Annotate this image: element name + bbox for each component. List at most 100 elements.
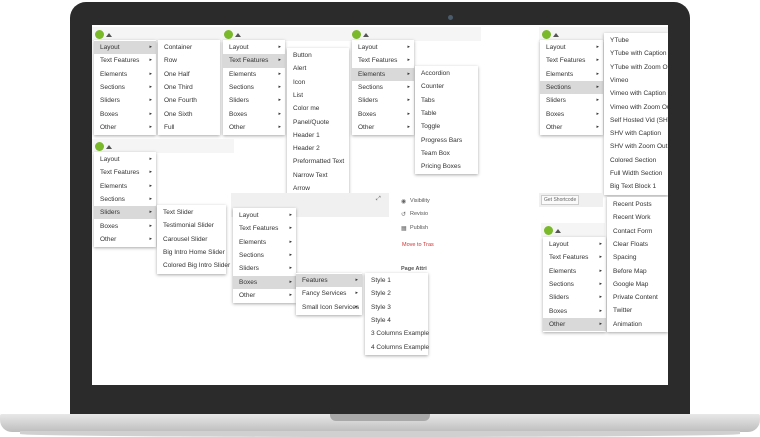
features-submenu-item[interactable]: Style 1: [365, 274, 428, 287]
logo-icon[interactable]: [542, 30, 551, 39]
main-menu-4-item[interactable]: Boxes ▸: [540, 108, 603, 121]
main-menu-5-item[interactable]: Elements ▸: [94, 180, 156, 193]
layout-submenu-item[interactable]: Row: [158, 54, 220, 67]
text-features-submenu-item[interactable]: Header 2: [287, 142, 349, 155]
text-features-submenu-item[interactable]: Panel/Quote: [287, 116, 349, 129]
logo-icon[interactable]: [544, 226, 553, 235]
caret-up-icon[interactable]: [106, 145, 112, 149]
main-menu-7-item[interactable]: Layout ▸: [543, 238, 606, 251]
text-features-submenu-item[interactable]: Alert: [287, 62, 349, 75]
revisions-label[interactable]: Revisio: [410, 211, 428, 217]
caret-up-icon[interactable]: [363, 33, 369, 37]
main-menu-1-item[interactable]: Sliders ▸: [94, 94, 156, 107]
other-submenu-item[interactable]: Clear Floats: [607, 238, 668, 251]
main-menu-3-item[interactable]: Layout ▸: [352, 41, 414, 54]
elements-submenu-item[interactable]: Team Box: [415, 147, 478, 160]
sections-submenu-item[interactable]: SHV with Zoom Out: [604, 140, 668, 153]
main-menu-7-item[interactable]: Sections ▸: [543, 278, 606, 291]
text-features-submenu-item[interactable]: Icon: [287, 76, 349, 89]
sections-submenu-item[interactable]: Vimeo: [604, 74, 668, 87]
main-menu-1-item[interactable]: Sections ▸: [94, 81, 156, 94]
main-menu-4-item[interactable]: Sliders ▸: [540, 94, 603, 107]
text-features-submenu-item[interactable]: Color me: [287, 102, 349, 115]
other-submenu-item[interactable]: Spacing: [607, 251, 668, 264]
main-menu-4-item[interactable]: Other ▸: [540, 121, 603, 134]
main-menu-3-item[interactable]: Sliders ▸: [352, 94, 414, 107]
elements-submenu-item[interactable]: Toggle: [415, 120, 478, 133]
sliders-submenu-item[interactable]: Big Intro Home Slider: [157, 246, 226, 259]
elements-submenu-item[interactable]: Counter: [415, 80, 478, 93]
caret-up-icon[interactable]: [553, 33, 559, 37]
main-menu-7-item[interactable]: Boxes ▸: [543, 305, 606, 318]
main-menu-5-item[interactable]: Sections ▸: [94, 193, 156, 206]
expand-arrows-icon[interactable]: ⤢: [376, 196, 381, 203]
main-menu-6-item[interactable]: Boxes ▸: [233, 275, 296, 289]
features-submenu-item[interactable]: 3 Columns Example: [365, 327, 429, 340]
main-menu-2-item[interactable]: Other ▸: [223, 121, 285, 134]
main-menu-7-item[interactable]: Text Features ▸: [543, 251, 606, 264]
layout-submenu-item[interactable]: Full: [158, 121, 220, 134]
sections-submenu-item[interactable]: Colored Section: [604, 154, 668, 167]
sliders-submenu-item[interactable]: Carousel Slider: [157, 233, 226, 246]
boxes-submenu-item[interactable]: Fancy Services ▸: [296, 287, 362, 300]
sections-submenu-item[interactable]: Full Width Section: [604, 167, 668, 180]
main-menu-6-item[interactable]: Elements ▸: [233, 236, 296, 249]
sections-submenu-item[interactable]: Big Text Block 1: [604, 180, 668, 193]
elements-submenu-item[interactable]: Pricing Boxes: [415, 160, 478, 173]
sliders-submenu-item[interactable]: Testimonial Slider: [157, 219, 226, 232]
logo-icon[interactable]: [95, 30, 104, 39]
sections-submenu-item[interactable]: YTube with Zoom Out: [604, 61, 668, 74]
other-submenu-item[interactable]: Private Content: [607, 291, 668, 304]
layout-submenu-item[interactable]: One Half: [158, 68, 220, 81]
elements-submenu-item[interactable]: Progress Bars: [415, 134, 478, 147]
sliders-submenu-item[interactable]: Colored Big Intro Slider: [157, 259, 230, 272]
main-menu-3-item[interactable]: Boxes ▸: [352, 108, 414, 121]
sliders-submenu-item[interactable]: Text Slider: [157, 206, 226, 219]
features-submenu-item[interactable]: Style 4: [365, 314, 428, 327]
main-menu-7-item[interactable]: Other ▸: [543, 317, 606, 332]
other-submenu-item[interactable]: Animation: [607, 318, 668, 331]
main-menu-5-item[interactable]: Other ▸: [94, 233, 156, 246]
main-menu-1-item[interactable]: Other ▸: [94, 121, 156, 134]
elements-submenu-item[interactable]: Table: [415, 107, 478, 120]
sections-submenu-item[interactable]: Vimeo with Zoom Out: [604, 101, 668, 114]
main-menu-6-item[interactable]: Sliders ▸: [233, 262, 296, 275]
text-features-submenu-item[interactable]: Preformatted Text: [287, 155, 349, 168]
main-menu-5-item[interactable]: Boxes ▸: [94, 220, 156, 233]
main-menu-4-item[interactable]: Elements ▸: [540, 68, 603, 81]
boxes-submenu-item[interactable]: Features ▸: [296, 274, 362, 288]
main-menu-3-item[interactable]: Elements ▸: [352, 67, 414, 81]
main-menu-3-item[interactable]: Other ▸: [352, 121, 414, 134]
other-submenu-item[interactable]: Twitter: [607, 304, 668, 317]
text-features-submenu-item[interactable]: Narrow Text: [287, 169, 349, 182]
main-menu-7-item[interactable]: Sliders ▸: [543, 291, 606, 304]
move-to-trash-link[interactable]: Move to Tras: [402, 242, 434, 248]
layout-submenu-item[interactable]: One Fourth: [158, 94, 220, 107]
elements-submenu-item[interactable]: Accordion: [415, 67, 478, 80]
main-menu-6-item[interactable]: Layout ▸: [233, 209, 296, 222]
other-submenu-item[interactable]: Recent Work: [607, 211, 668, 224]
layout-submenu-item[interactable]: Container: [158, 41, 220, 54]
other-submenu-item[interactable]: Contact Form: [607, 225, 668, 238]
main-menu-1-item[interactable]: Layout ▸: [94, 41, 156, 55]
sections-submenu-item[interactable]: YTube with Caption: [604, 47, 668, 60]
main-menu-5-item[interactable]: Text Features ▸: [94, 166, 156, 179]
caret-up-icon[interactable]: [555, 229, 561, 233]
sections-submenu-item[interactable]: Self Hosted Vid (SHV): [604, 114, 668, 127]
other-submenu-item[interactable]: Recent Posts: [607, 198, 668, 211]
main-menu-6-item[interactable]: Sections ▸: [233, 249, 296, 262]
main-menu-5-item[interactable]: Layout ▸: [94, 153, 156, 166]
other-submenu-item[interactable]: Before Map: [607, 265, 668, 278]
main-menu-1-item[interactable]: Elements ▸: [94, 68, 156, 81]
main-menu-3-item[interactable]: Text Features ▸: [352, 54, 414, 67]
boxes-submenu-item[interactable]: Small Icon Services ▸: [296, 301, 362, 314]
sections-submenu-item[interactable]: YTube: [604, 34, 668, 47]
main-menu-3-item[interactable]: Sections ▸: [352, 81, 414, 94]
main-menu-1-item[interactable]: Boxes ▸: [94, 108, 156, 121]
sections-submenu-item[interactable]: Vimeo with Caption: [604, 87, 668, 100]
caret-up-icon[interactable]: [235, 33, 241, 37]
main-menu-2-item[interactable]: Sections ▸: [223, 81, 285, 94]
features-submenu-item[interactable]: Style 3: [365, 301, 428, 314]
main-menu-7-item[interactable]: Elements ▸: [543, 265, 606, 278]
logo-icon[interactable]: [224, 30, 233, 39]
